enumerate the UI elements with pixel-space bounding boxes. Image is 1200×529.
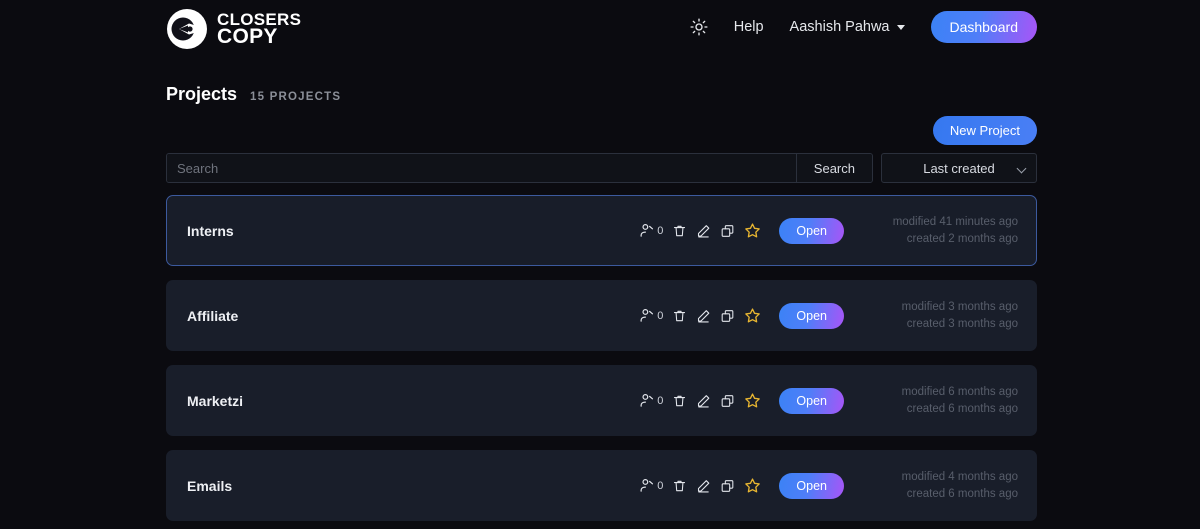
- header-actions: Help Aashish Pahwa Dashboard: [690, 11, 1037, 43]
- people-icon[interactable]: 0: [639, 392, 663, 409]
- search-group: Search: [166, 153, 873, 183]
- created-timestamp: created 2 months ago: [866, 232, 1018, 246]
- logo-line-2: COPY: [217, 27, 301, 46]
- row-icon-group: 0: [639, 392, 761, 409]
- modified-timestamp: modified 4 months ago: [866, 470, 1018, 484]
- new-project-button[interactable]: New Project: [933, 116, 1037, 145]
- created-timestamp: created 6 months ago: [866, 487, 1018, 501]
- project-name: Affiliate: [187, 308, 238, 324]
- trash-icon[interactable]: [672, 478, 687, 494]
- people-icon[interactable]: 0: [639, 222, 663, 239]
- search-button[interactable]: Search: [796, 154, 872, 182]
- closerscopy-pen-logo-icon: [166, 8, 208, 50]
- row-timestamps: modified 4 months ago created 6 months a…: [866, 470, 1018, 502]
- closerscopy-logo[interactable]: CLOSERS COPY: [166, 8, 301, 50]
- chevron-down-icon: [897, 25, 905, 30]
- copy-icon[interactable]: [720, 478, 735, 494]
- created-timestamp: created 3 months ago: [866, 317, 1018, 331]
- share-count: 0: [657, 480, 663, 492]
- row-icon-group: 0: [639, 222, 761, 239]
- projects-list: Interns 0: [166, 195, 1037, 529]
- people-icon[interactable]: 0: [639, 307, 663, 324]
- logo-wordmark: CLOSERS COPY: [217, 12, 301, 47]
- row-timestamps: modified 41 minutes ago created 2 months…: [866, 215, 1018, 247]
- star-icon[interactable]: [744, 392, 761, 409]
- pencil-icon[interactable]: [696, 223, 711, 239]
- table-row[interactable]: Marketzi 0: [166, 365, 1037, 436]
- row-timestamps: modified 3 months ago created 3 months a…: [866, 300, 1018, 332]
- page-title: Projects: [166, 84, 237, 105]
- modified-timestamp: modified 6 months ago: [866, 385, 1018, 399]
- help-link[interactable]: Help: [734, 19, 764, 35]
- row-actions: 0: [639, 470, 1018, 502]
- open-button[interactable]: Open: [779, 473, 844, 499]
- modified-timestamp: modified 41 minutes ago: [866, 215, 1018, 229]
- app-page: CLOSERS COPY Help Aash: [0, 0, 1200, 529]
- pencil-icon[interactable]: [696, 478, 711, 494]
- table-row[interactable]: Affiliate 0: [166, 280, 1037, 351]
- share-count: 0: [657, 395, 663, 407]
- sun-icon[interactable]: [690, 18, 708, 36]
- row-icon-group: 0: [639, 307, 761, 324]
- search-input[interactable]: [167, 154, 796, 182]
- search-toolbar: Search Last created: [166, 153, 1037, 183]
- row-actions: 0: [639, 215, 1018, 247]
- user-menu[interactable]: Aashish Pahwa: [790, 19, 905, 35]
- row-actions: 0: [639, 385, 1018, 417]
- star-icon[interactable]: [744, 477, 761, 494]
- project-name: Marketzi: [187, 393, 243, 409]
- trash-icon[interactable]: [672, 308, 687, 324]
- projects-count-badge: 15 PROJECTS: [250, 91, 341, 103]
- sort-select-value: Last created: [923, 161, 995, 176]
- project-name: Emails: [187, 478, 232, 494]
- trash-icon[interactable]: [672, 223, 687, 239]
- copy-icon[interactable]: [720, 308, 735, 324]
- open-button[interactable]: Open: [779, 388, 844, 414]
- copy-icon[interactable]: [720, 393, 735, 409]
- pencil-icon[interactable]: [696, 393, 711, 409]
- sort-select[interactable]: Last created: [881, 153, 1037, 183]
- copy-icon[interactable]: [720, 223, 735, 239]
- row-actions: 0: [639, 300, 1018, 332]
- people-icon[interactable]: 0: [639, 477, 663, 494]
- chevron-down-icon: [1017, 164, 1027, 174]
- table-row[interactable]: Emails 0: [166, 450, 1037, 521]
- row-icon-group: 0: [639, 477, 761, 494]
- user-menu-label: Aashish Pahwa: [790, 19, 890, 35]
- project-name: Interns: [187, 223, 234, 239]
- trash-icon[interactable]: [672, 393, 687, 409]
- share-count: 0: [657, 225, 663, 237]
- app-header: CLOSERS COPY Help Aash: [0, 0, 1200, 58]
- star-icon[interactable]: [744, 222, 761, 239]
- open-button[interactable]: Open: [779, 218, 844, 244]
- page-heading: Projects 15 PROJECTS: [166, 84, 341, 105]
- created-timestamp: created 6 months ago: [866, 402, 1018, 416]
- table-row[interactable]: Interns 0: [166, 195, 1037, 266]
- pencil-icon[interactable]: [696, 308, 711, 324]
- modified-timestamp: modified 3 months ago: [866, 300, 1018, 314]
- share-count: 0: [657, 310, 663, 322]
- dashboard-button[interactable]: Dashboard: [931, 11, 1038, 43]
- star-icon[interactable]: [744, 307, 761, 324]
- row-timestamps: modified 6 months ago created 6 months a…: [866, 385, 1018, 417]
- open-button[interactable]: Open: [779, 303, 844, 329]
